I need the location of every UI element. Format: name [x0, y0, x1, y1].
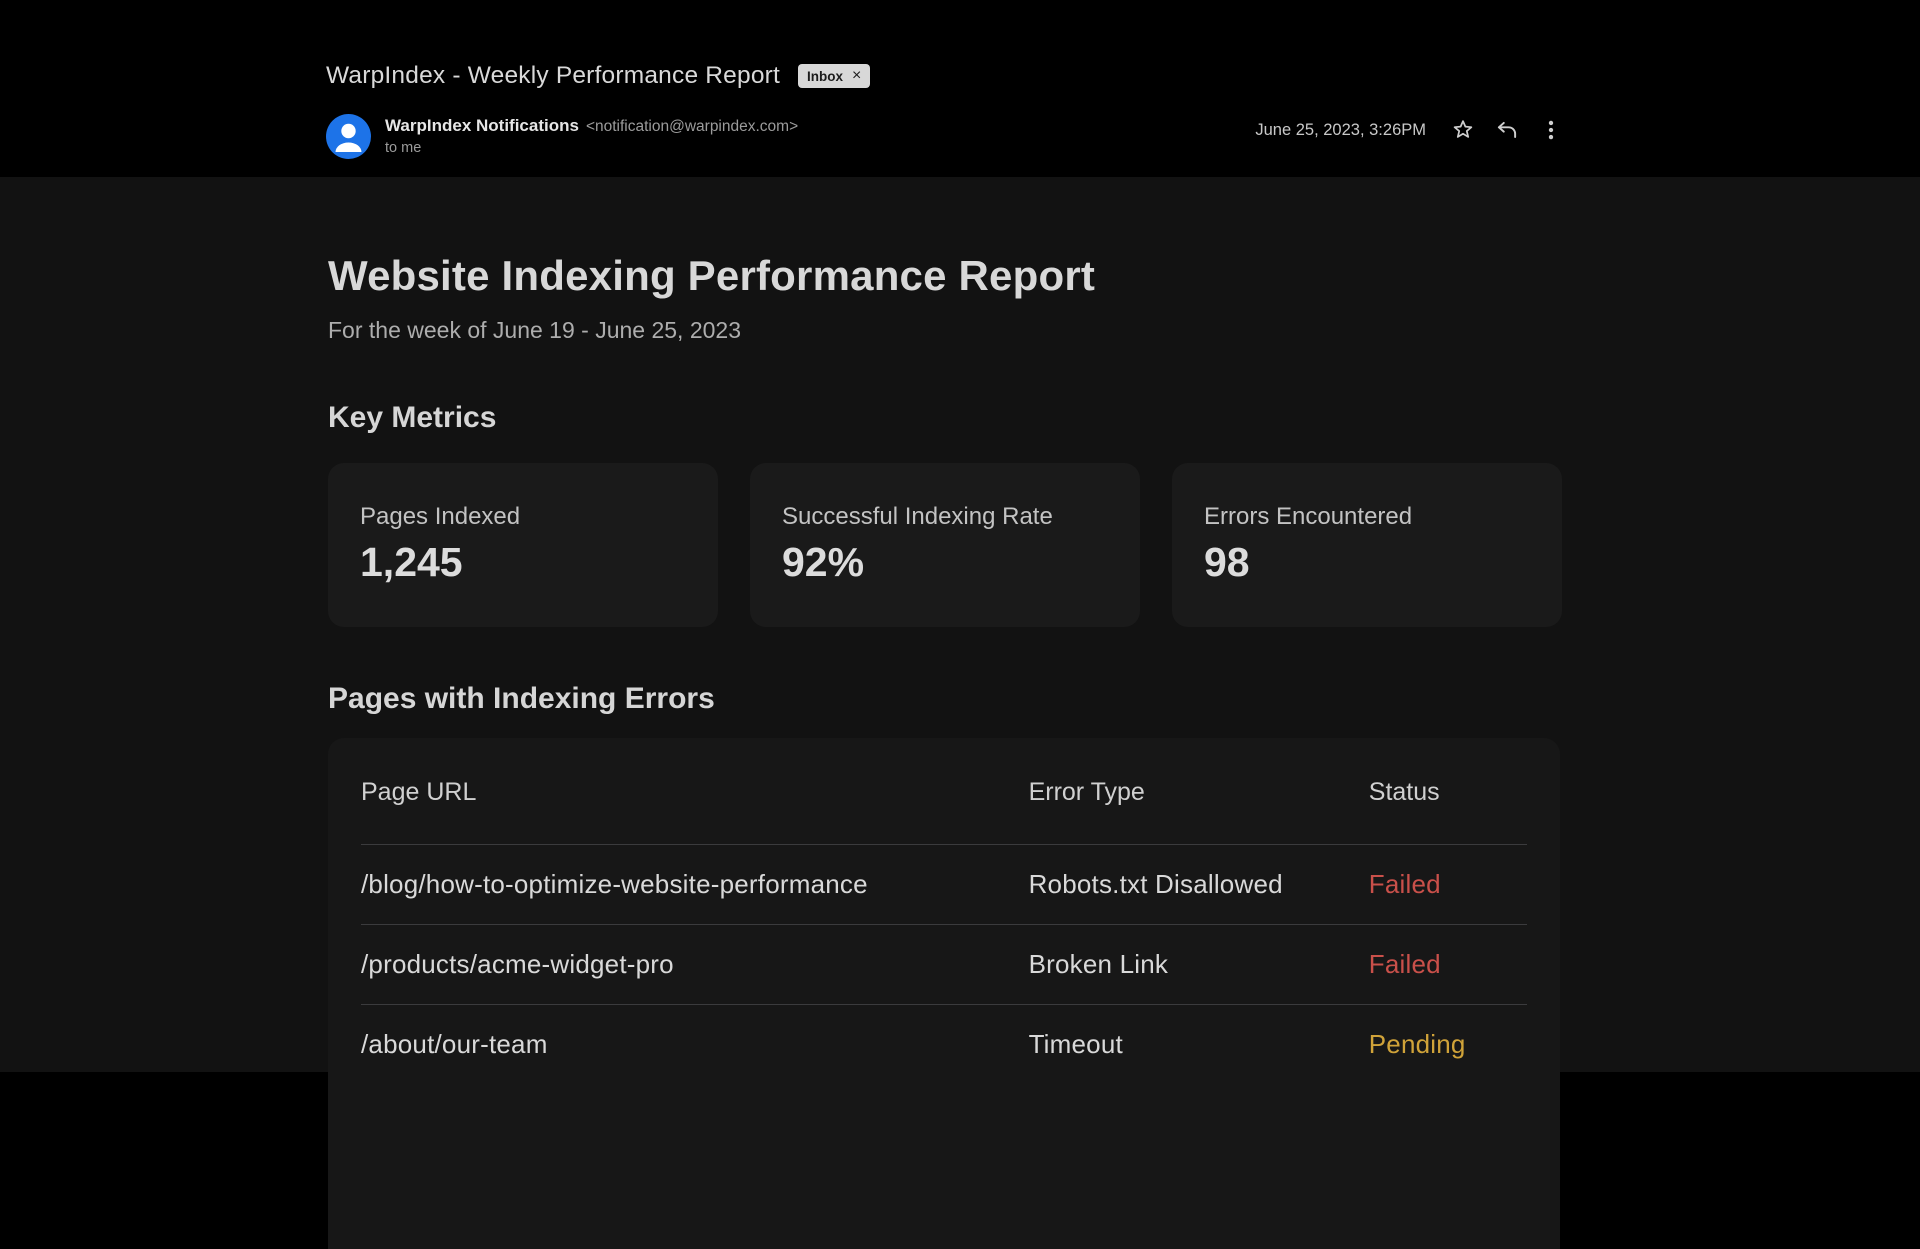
sender-info: WarpIndex Notifications <notification@wa…: [385, 114, 798, 156]
email-date: June 25, 2023, 3:26PM: [1255, 121, 1426, 140]
status-badge: Failed: [1369, 869, 1527, 900]
report-title: Website Indexing Performance Report: [328, 252, 1095, 300]
cell-page-url: /products/acme-widget-pro: [361, 949, 1029, 980]
recipient-label: to me: [385, 140, 798, 156]
subject-row: WarpIndex - Weekly Performance Report In…: [326, 62, 870, 90]
email-body: Website Indexing Performance Report For …: [0, 177, 1920, 1072]
inbox-label-badge[interactable]: Inbox ×: [798, 64, 870, 88]
metric-label: Errors Encountered: [1204, 503, 1530, 531]
col-header-error-type: Error Type: [1029, 778, 1369, 807]
more-vert-icon[interactable]: [1536, 115, 1566, 145]
metric-value: 1,245: [360, 539, 686, 586]
report-subtitle: For the week of June 19 - June 25, 2023: [328, 317, 741, 344]
cell-error-type: Timeout: [1029, 1029, 1369, 1060]
metric-value: 98: [1204, 539, 1530, 586]
metric-card-pages-indexed: Pages Indexed 1,245: [328, 463, 718, 627]
table-row: /products/acme-widget-pro Broken Link Fa…: [361, 925, 1527, 1004]
cell-page-url: /blog/how-to-optimize-website-performanc…: [361, 869, 1029, 900]
errors-table: Page URL Error Type Status /blog/how-to-…: [328, 738, 1560, 1249]
reply-icon[interactable]: [1492, 115, 1522, 145]
close-icon[interactable]: ×: [852, 68, 861, 84]
metric-card-errors: Errors Encountered 98: [1172, 463, 1562, 627]
col-header-status: Status: [1369, 778, 1527, 807]
status-badge: Failed: [1369, 949, 1527, 980]
errors-heading: Pages with Indexing Errors: [328, 682, 715, 716]
metric-card-indexing-rate: Successful Indexing Rate 92%: [750, 463, 1140, 627]
table-row: /blog/how-to-optimize-website-performanc…: [361, 845, 1527, 924]
table-row: /about/our-team Timeout Pending: [361, 1005, 1527, 1084]
metric-label: Pages Indexed: [360, 503, 686, 531]
cell-error-type: Robots.txt Disallowed: [1029, 869, 1369, 900]
star-icon[interactable]: [1448, 115, 1478, 145]
table-header-row: Page URL Error Type Status: [361, 778, 1527, 844]
person-icon: [326, 114, 371, 159]
email-subject: WarpIndex - Weekly Performance Report: [326, 62, 780, 90]
status-badge: Pending: [1369, 1029, 1527, 1060]
key-metrics-heading: Key Metrics: [328, 401, 496, 435]
col-header-page-url: Page URL: [361, 778, 1029, 807]
cell-page-url: /about/our-team: [361, 1029, 1029, 1060]
metrics-row: Pages Indexed 1,245 Successful Indexing …: [328, 463, 1562, 627]
sender-name: WarpIndex Notifications: [385, 116, 579, 136]
header-meta: June 25, 2023, 3:26PM: [1255, 113, 1566, 147]
cell-error-type: Broken Link: [1029, 949, 1369, 980]
metric-label: Successful Indexing Rate: [782, 503, 1108, 531]
sender-avatar: [326, 114, 371, 159]
sender-email: <notification@warpindex.com>: [586, 118, 798, 136]
sender-row: WarpIndex Notifications <notification@wa…: [326, 114, 798, 159]
metric-value: 92%: [782, 539, 1108, 586]
inbox-label-text: Inbox: [807, 69, 843, 84]
email-header: WarpIndex - Weekly Performance Report In…: [0, 0, 1920, 177]
